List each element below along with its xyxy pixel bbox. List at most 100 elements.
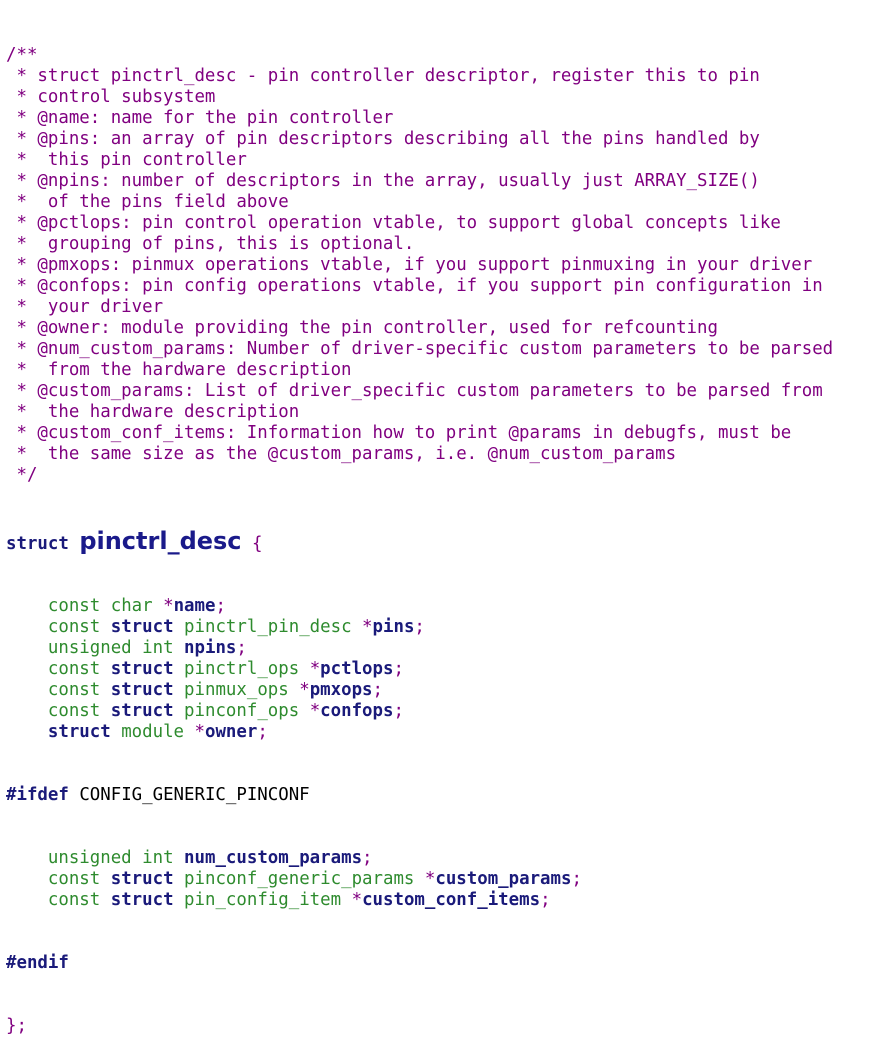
conditional-fields: unsigned int num_custom_params; const st… (6, 848, 878, 911)
field-semicolon: ; (257, 722, 268, 742)
field-qualifier: unsigned (47, 638, 132, 658)
comment-line: * @owner: module providing the pin contr… (6, 318, 718, 338)
field-name: custom_params (435, 869, 572, 889)
struct-declaration: struct pinctrl_desc { (6, 528, 878, 554)
field-qualifier: unsigned (47, 848, 132, 868)
comment-line: * the hardware description (6, 402, 300, 422)
field-semicolon: ; (215, 596, 226, 616)
field-line: const struct pin_config_item *custom_con… (6, 890, 878, 911)
field-pointer: * (299, 659, 321, 679)
field-semicolon: ; (372, 680, 384, 700)
ifdef-line: #ifdef CONFIG_GENERIC_PINCONF (6, 785, 878, 806)
doc-comment: /** * struct pinctrl_desc - pin controll… (6, 45, 878, 486)
field-type: int (142, 638, 174, 658)
comment-line: * @custom_conf_items: Information how to… (6, 423, 792, 443)
field-name: custom_conf_items (362, 890, 541, 910)
field-struct-keyword: struct (110, 869, 174, 889)
field-name: num_custom_params (184, 848, 363, 868)
field-semicolon: ; (571, 869, 582, 889)
ifdef-macro: CONFIG_GENERIC_PINCONF (79, 785, 310, 805)
field-line: struct module *owner; (6, 722, 878, 743)
field-semicolon: ; (393, 701, 404, 721)
field-pointer: * (184, 722, 205, 742)
open-brace: { (252, 534, 263, 554)
comment-line: */ (6, 465, 38, 485)
comment-line: * control subsystem (6, 87, 216, 107)
comment-line: * @pins: an array of pin descriptors des… (6, 129, 760, 149)
code-view: /** * struct pinctrl_desc - pin controll… (0, 0, 878, 1058)
close-brace: }; (6, 1016, 27, 1036)
field-type: pinctrl_ops (184, 659, 300, 679)
field-name: pmxops (309, 680, 373, 700)
closing-line: }; (6, 1016, 878, 1037)
field-pointer (174, 848, 184, 868)
field-pointer: * (299, 701, 321, 721)
field-qualifier: const (47, 869, 101, 889)
field-type: pinctrl_pin_desc (184, 617, 352, 637)
field-name: pins (372, 617, 415, 637)
field-semicolon: ; (393, 659, 404, 679)
struct-name: pinctrl_desc (79, 527, 242, 555)
field-semicolon: ; (236, 638, 247, 658)
comment-line: * the same size as the @custom_params, i… (6, 444, 677, 464)
field-qualifier: const (47, 890, 101, 910)
field-struct-keyword: struct (110, 617, 174, 637)
field-type: pinconf_ops (184, 701, 300, 721)
field-line: const struct pinconf_generic_params *cus… (6, 869, 878, 890)
field-qualifier: const (47, 596, 101, 616)
field-pointer: * (351, 617, 373, 637)
field-name: owner (204, 722, 258, 742)
field-name: confops (320, 701, 394, 721)
field-struct-keyword: struct (110, 890, 174, 910)
field-struct-keyword: struct (47, 722, 111, 742)
field-struct-keyword: struct (110, 680, 174, 700)
field-name: npins (184, 638, 237, 658)
comment-line: * @name: name for the pin controller (6, 108, 394, 128)
field-qualifier: const (47, 680, 101, 700)
field-qualifier: const (47, 701, 101, 721)
field-line: const struct pinmux_ops *pmxops; (6, 680, 878, 701)
field-type: pin_config_item (184, 890, 342, 910)
comment-line: * @confops: pin config operations vtable… (6, 276, 823, 296)
comment-line: * grouping of pins, this is optional. (6, 234, 415, 254)
field-type: module (121, 722, 185, 742)
field-name: name (173, 596, 216, 616)
comment-line: /** (6, 45, 38, 65)
comment-line: * @custom_params: List of driver_specifi… (6, 381, 823, 401)
field-struct-keyword: struct (110, 701, 174, 721)
field-line: unsigned int npins; (6, 638, 878, 659)
comment-line: * this pin controller (6, 150, 247, 170)
struct-fields: const char *name; const struct pinctrl_p… (6, 596, 878, 743)
comment-line: * @pctlops: pin control operation vtable… (6, 213, 781, 233)
field-line: const char *name; (6, 596, 878, 617)
field-qualifier: const (47, 659, 101, 679)
field-pointer: * (341, 890, 363, 910)
field-pointer: * (414, 869, 436, 889)
field-semicolon: ; (414, 617, 425, 637)
comment-line: * @num_custom_params: Number of driver-s… (6, 339, 834, 359)
field-line: const struct pinctrl_pin_desc *pins; (6, 617, 878, 638)
field-line: const struct pinconf_ops *confops; (6, 701, 878, 722)
comment-line: * @npins: number of descriptors in the a… (6, 171, 760, 191)
field-struct-keyword: struct (110, 659, 174, 679)
field-line: const struct pinctrl_ops *pctlops; (6, 659, 878, 680)
field-type: char (110, 596, 153, 616)
field-pointer: * (288, 680, 310, 700)
comment-line: * of the pins field above (6, 192, 289, 212)
struct-keyword: struct (6, 534, 69, 554)
field-qualifier: const (47, 617, 101, 637)
field-type: pinmux_ops (184, 680, 289, 700)
field-semicolon: ; (362, 848, 373, 868)
endif-line: #endif (6, 953, 878, 974)
field-pointer: * (152, 596, 174, 616)
endif-directive: #endif (6, 953, 69, 973)
field-type: pinconf_generic_params (184, 869, 415, 889)
comment-line: * your driver (6, 297, 164, 317)
comment-line: * from the hardware description (6, 360, 352, 380)
field-semicolon: ; (540, 890, 551, 910)
comment-line: * @pmxops: pinmux operations vtable, if … (6, 255, 813, 275)
field-pointer (174, 638, 184, 658)
ifdef-directive: #ifdef (6, 785, 69, 805)
comment-line: * struct pinctrl_desc - pin controller d… (6, 66, 760, 86)
field-name: pctlops (320, 659, 394, 679)
